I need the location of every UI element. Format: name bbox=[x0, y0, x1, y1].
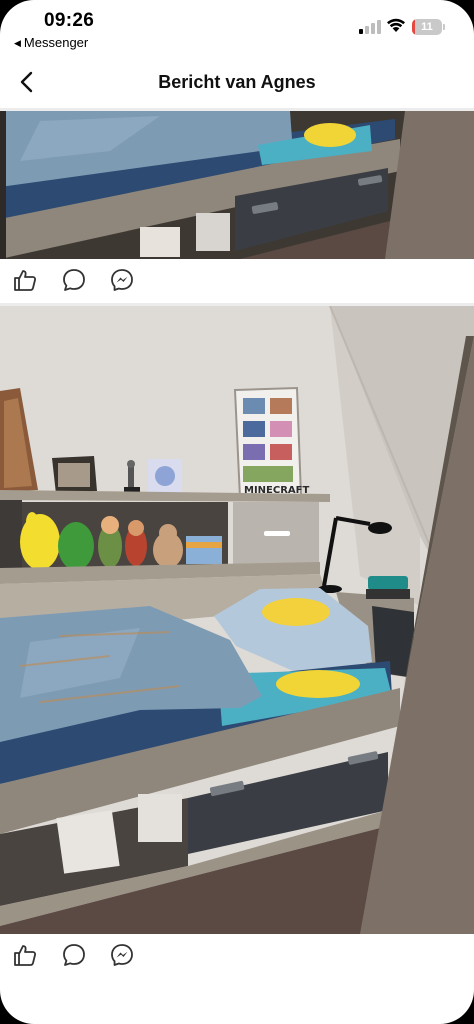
post-actions-2 bbox=[0, 934, 474, 978]
like-icon[interactable] bbox=[12, 267, 38, 293]
status-bar: 09:26 ◀ Messenger 11 bbox=[0, 0, 474, 60]
post-photo-2[interactable]: MINECRAFT bbox=[0, 306, 474, 934]
navigation-bar: Bericht van Agnes bbox=[0, 60, 474, 108]
comment-icon[interactable] bbox=[61, 267, 87, 293]
post-actions-1 bbox=[0, 259, 474, 303]
battery-tip bbox=[443, 24, 445, 30]
page-title: Bericht van Agnes bbox=[158, 72, 316, 92]
post-photo-1[interactable] bbox=[0, 111, 474, 259]
battery-level: 11 bbox=[421, 21, 433, 33]
like-icon[interactable] bbox=[12, 942, 38, 968]
messenger-icon[interactable] bbox=[109, 267, 135, 293]
status-time: 09:26 bbox=[44, 10, 95, 31]
battery-icon: 11 bbox=[412, 19, 442, 35]
cellular-signal-icon bbox=[359, 20, 381, 34]
screen: 09:26 ◀ Messenger 11 Bericht van Agnes M… bbox=[0, 0, 474, 1024]
messenger-icon[interactable] bbox=[109, 942, 135, 968]
comment-icon[interactable] bbox=[61, 942, 87, 968]
wifi-icon bbox=[387, 18, 405, 32]
back-app-label: Messenger bbox=[23, 35, 89, 50]
back-to-app-link[interactable]: ◀ Messenger bbox=[14, 35, 88, 50]
back-triangle-icon: ◀ bbox=[14, 38, 21, 48]
